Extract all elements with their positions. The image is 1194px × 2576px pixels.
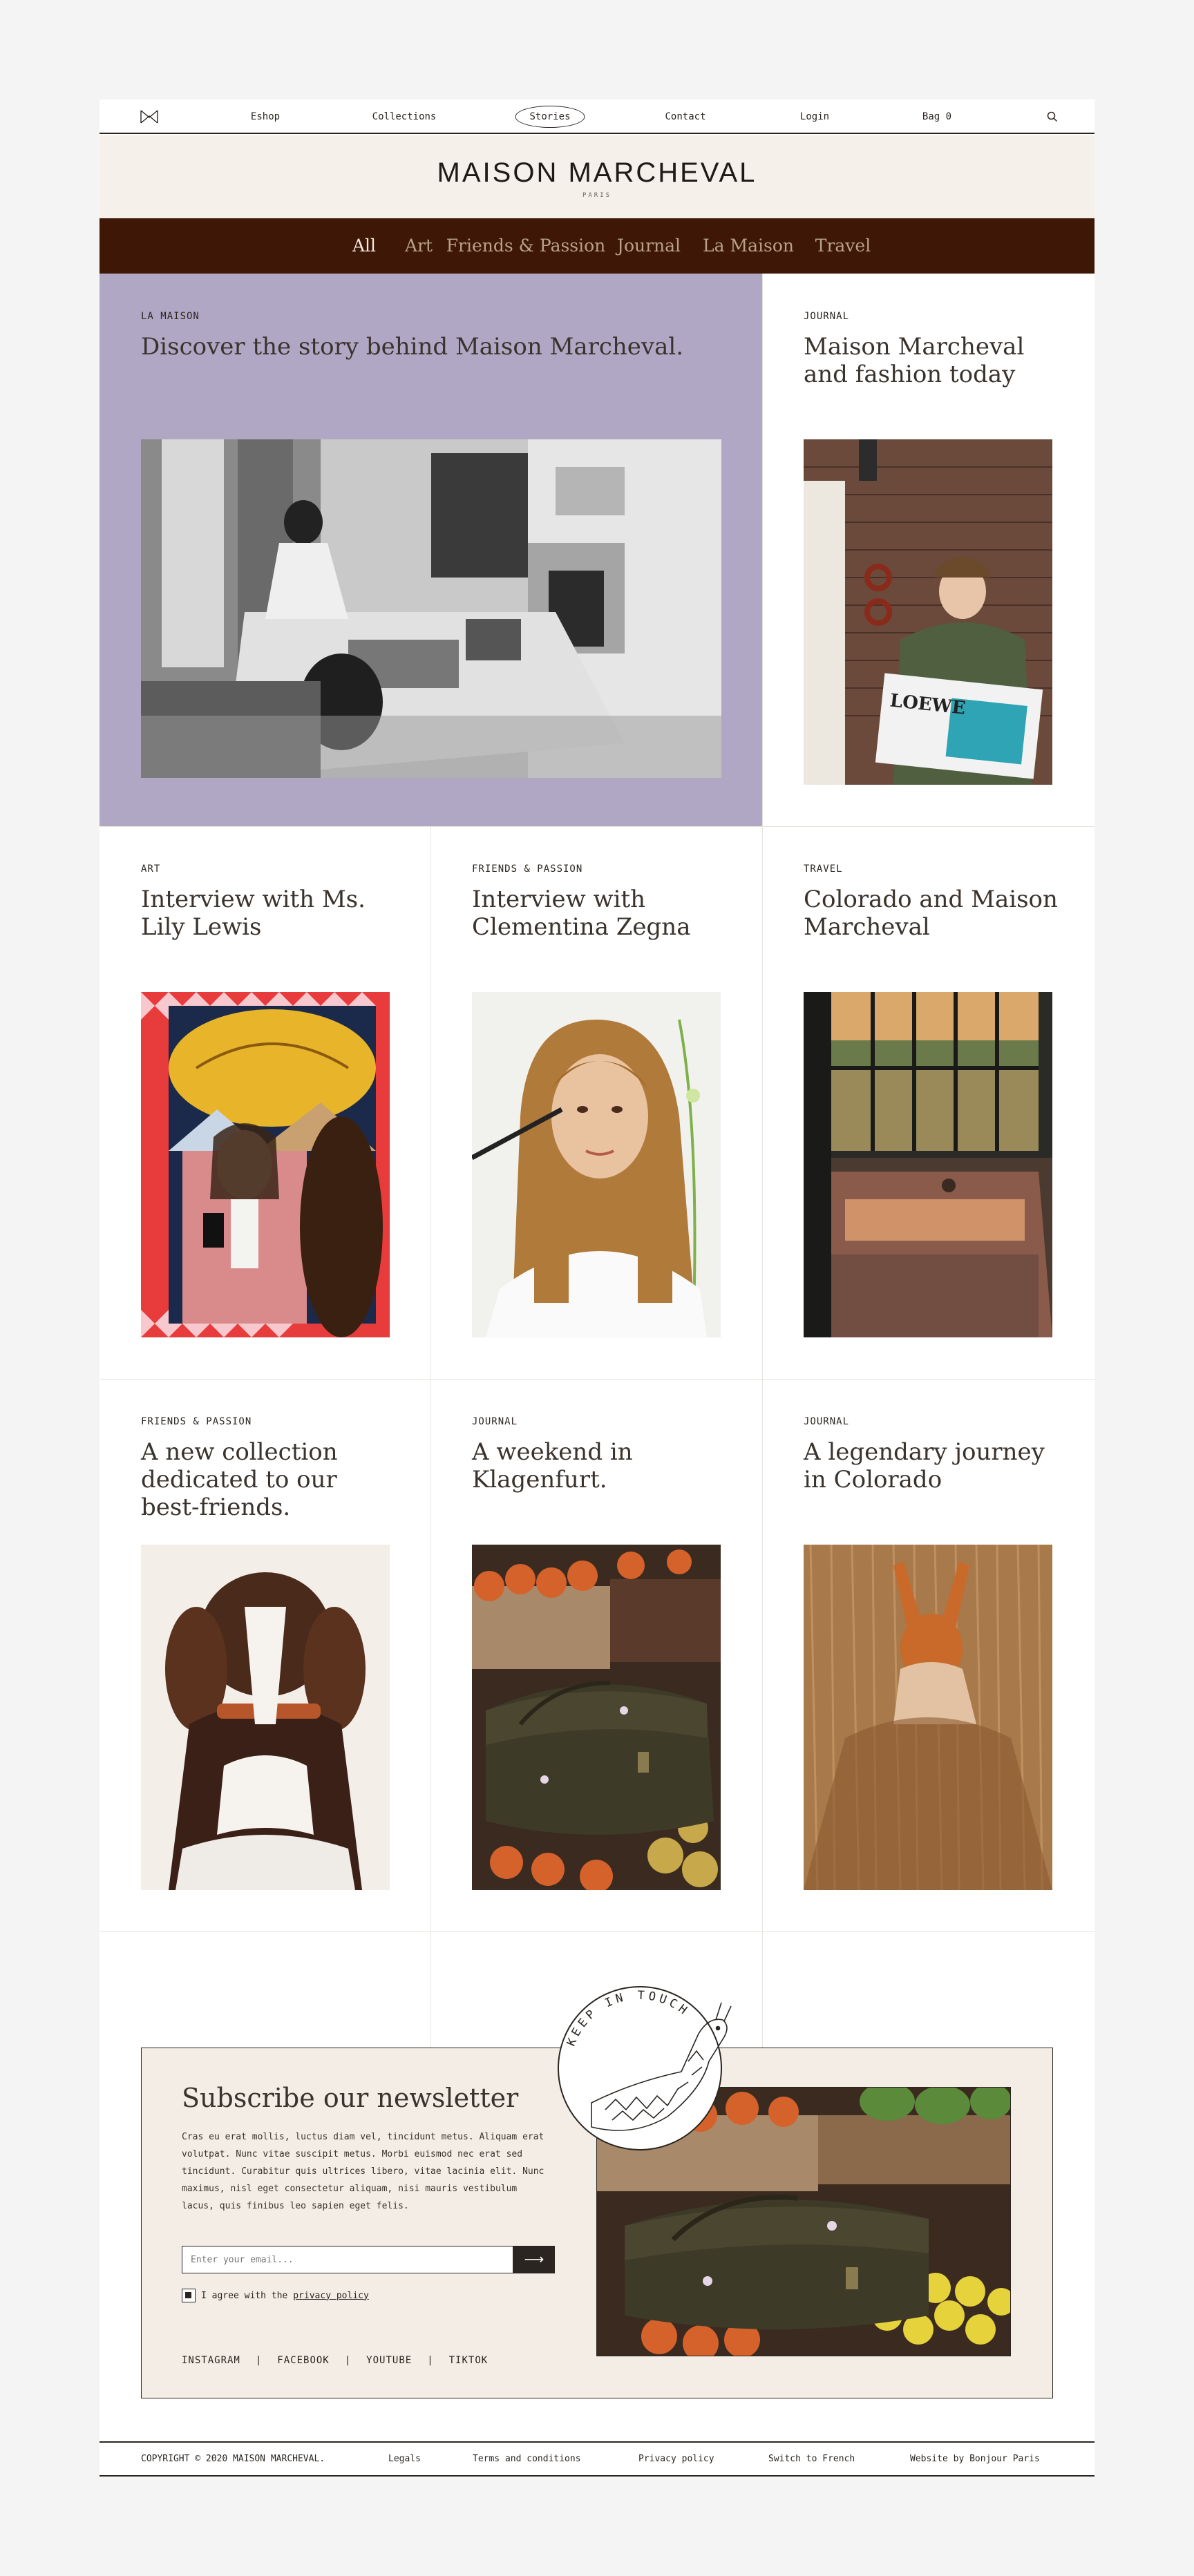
privacy-checkbox[interactable] [182,2289,196,2302]
story-photo-pool[interactable] [804,992,1052,1337]
agree-label: I agree with the [201,2290,288,2301]
footer-switch-language[interactable]: Switch to French [768,2443,855,2475]
nav-contact[interactable]: Contact [665,99,705,134]
category-la-maison[interactable]: La Maison [703,218,794,274]
footer-legals[interactable]: Legals [388,2443,421,2475]
privacy-agreement: I agree with the privacy policy [182,2289,369,2302]
keep-in-touch-badge: KEEP IN TOUCH [558,1986,732,2150]
category-journal[interactable]: Journal [617,218,681,274]
social-links: INSTAGRAM | FACEBOOK | YOUTUBE | TIKTOK [182,2355,488,2366]
social-tiktok[interactable]: TIKTOK [449,2355,489,2366]
nav-login[interactable]: Login [800,99,829,134]
story-tag: JOURNAL [804,311,850,322]
story-photo-newspaper[interactable]: LOEWE [804,439,1052,785]
story-tag: JOURNAL [472,1416,518,1427]
story-photo-portrait[interactable] [472,992,721,1337]
story-title[interactable]: A legendary journey in Colorado [804,1438,1066,1494]
category-travel[interactable]: Travel [815,218,871,274]
email-input[interactable] [182,2246,513,2273]
brand-header: MAISON MARCHEVAL PARIS [100,135,1094,218]
story-card[interactable]: TRAVEL Colorado and Maison Marcheval [762,826,1094,1379]
story-tag: FRIENDS & PASSION [472,864,583,875]
story-tag: TRAVEL [804,864,843,875]
story-title[interactable]: A new collection dedicated to our best-f… [141,1438,390,1521]
story-title[interactable]: Colorado and Maison Marcheval [804,886,1066,941]
nav-stories[interactable]: Stories [515,106,585,128]
story-tag: JOURNAL [804,1416,850,1427]
monogram-m-icon[interactable] [140,109,159,124]
story-photo-studio[interactable] [141,439,721,778]
story-card[interactable]: JOURNAL A legendary journey in Colorado [762,1379,1094,1931]
brand-city: PARIS [582,192,612,199]
privacy-policy-link[interactable]: privacy policy [293,2291,369,2301]
copyright: COPYRIGHT © 2020 MAISON MARCHEVAL. [141,2454,325,2464]
category-all[interactable]: All [352,218,376,274]
story-title[interactable]: Interview with Ms. Lily Lewis [141,886,390,941]
nav-eshop[interactable]: Eshop [251,99,280,134]
social-youtube[interactable]: YOUTUBE [366,2355,412,2366]
subscribe-button[interactable]: ⟶ [513,2246,555,2273]
footer-terms[interactable]: Terms and conditions [473,2443,581,2475]
social-instagram[interactable]: INSTAGRAM [182,2355,240,2366]
top-navigation: Eshop Collections Stories Contact Login … [100,99,1094,134]
separator: | [255,2355,263,2366]
story-photo-wheat-field[interactable] [804,1545,1052,1890]
nav-collections[interactable]: Collections [372,99,437,134]
story-card[interactable]: JOURNAL Maison Marcheval and fashion tod… [762,274,1094,826]
story-title[interactable]: Discover the story behind Maison Marchev… [141,333,721,361]
separator: | [344,2355,352,2366]
category-art[interactable]: Art [405,218,433,274]
story-title[interactable]: Maison Marcheval and fashion today [804,333,1066,388]
story-tag: FRIENDS & PASSION [141,1416,252,1427]
brand-name[interactable]: MAISON MARCHEVAL [100,158,1094,189]
story-card[interactable]: FRIENDS & PASSION Interview with Clement… [430,826,762,1379]
grid-divider [100,1931,1094,1932]
story-card[interactable]: FRIENDS & PASSION A new collection dedic… [100,1379,430,1931]
story-photo-illustration[interactable] [141,992,390,1337]
footer: COPYRIGHT © 2020 MAISON MARCHEVAL. Legal… [100,2441,1094,2477]
story-card[interactable]: ART Interview with Ms. Lily Lewis [100,826,430,1379]
story-photo-dog[interactable] [141,1545,390,1890]
story-title[interactable]: Interview with Clementina Zegna [472,886,721,941]
search-icon[interactable] [1046,111,1059,123]
story-tag: LA MAISON [141,311,200,322]
newsletter-title: Subscribe our newsletter [182,2083,519,2113]
category-friends-passion[interactable]: Friends & Passion [446,218,606,274]
story-photo-bag-fruit[interactable] [472,1545,721,1890]
separator: | [427,2355,434,2366]
footer-privacy[interactable]: Privacy policy [638,2443,714,2475]
footer-credits[interactable]: Website by Bonjour Paris [910,2443,1040,2475]
social-facebook[interactable]: FACEBOOK [277,2355,329,2366]
story-tag: ART [141,864,161,875]
newsletter-text: Cras eu erat mollis, luctus diam vel, ti… [182,2132,544,2211]
story-card[interactable]: JOURNAL A weekend in Klagenfurt. [430,1379,762,1931]
page: Eshop Collections Stories Contact Login … [100,99,1094,2477]
category-filter-bar: All Art Friends & Passion Journal La Mai… [100,218,1094,274]
story-card-featured[interactable]: LA MAISON Discover the story behind Mais… [100,274,762,826]
nav-bag[interactable]: Bag 0 [922,99,951,134]
story-title[interactable]: A weekend in Klagenfurt. [472,1438,721,1494]
